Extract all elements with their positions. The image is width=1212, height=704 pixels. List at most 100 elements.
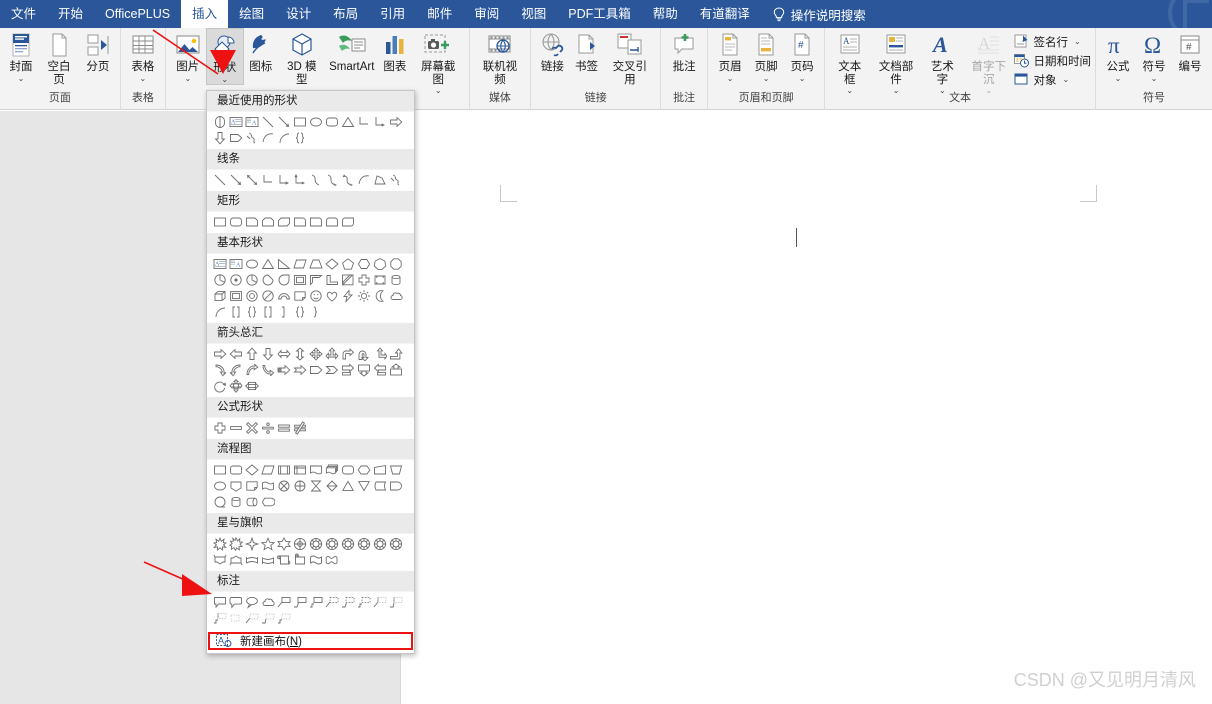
shape-cloud-icon[interactable] <box>388 288 404 304</box>
shape-teardrop-icon[interactable] <box>276 272 292 288</box>
callout-oval-icon[interactable] <box>244 594 260 610</box>
shape-rectangle-icon[interactable] <box>292 114 308 130</box>
shape-pie-icon[interactable] <box>244 272 260 288</box>
ribbon-button-object[interactable]: 对象 ⌄ <box>1014 70 1091 89</box>
chevron-down-icon[interactable]: ⌄ <box>18 74 25 83</box>
banner-vertical-scroll-icon[interactable] <box>276 552 292 568</box>
flow-multidocument-icon[interactable] <box>324 462 340 478</box>
shape-bracket-pair-icon[interactable] <box>228 304 244 320</box>
shape-oval-icon[interactable] <box>308 114 324 130</box>
shape-parallelogram-icon[interactable] <box>292 256 308 272</box>
flow-decision-icon[interactable] <box>244 462 260 478</box>
callout-line-3-accent-icon[interactable] <box>212 610 228 626</box>
shape-multiply-icon[interactable] <box>244 420 260 436</box>
shape-bent-up-arrow-icon[interactable] <box>388 346 404 362</box>
flow-magnetic-disk-icon[interactable] <box>228 494 244 510</box>
shape-right-arrow-callout-icon[interactable] <box>340 362 356 378</box>
shape-triangle-icon[interactable] <box>260 256 276 272</box>
flow-manual-input-icon[interactable] <box>372 462 388 478</box>
ribbon-button-cross-reference[interactable]: 交叉引用 <box>604 28 657 86</box>
shape-curved-down-arrow-icon[interactable] <box>260 362 276 378</box>
shape-elbow-double-arrow-icon[interactable] <box>292 172 308 188</box>
ribbon-button-screenshot[interactable]: 屏幕截图 ⌄ <box>412 28 465 95</box>
shapes-dropdown-menu[interactable]: 最近使用的形状 A A 线条 矩形 基本形状 A A 箭头总汇 公式形状 流程图 星与旗帜 标注 A 新… <box>206 90 415 654</box>
shape-curved-right-arrow-icon[interactable] <box>212 362 228 378</box>
shape-trapezoid-icon[interactable] <box>308 256 324 272</box>
shape-diamond-icon[interactable] <box>324 256 340 272</box>
callout-line-no-border-1-icon[interactable] <box>228 610 244 626</box>
flow-internal-storage-icon[interactable] <box>292 462 308 478</box>
banner-up-ribbon-icon[interactable] <box>212 552 228 568</box>
shape-u-turn-arrow-icon[interactable] <box>356 346 372 362</box>
callout-line-3-border-icon[interactable] <box>356 594 372 610</box>
ribbon-button-cover-page[interactable]: 封面 ⌄ <box>4 28 38 83</box>
flow-card-icon[interactable] <box>244 478 260 494</box>
chevron-down-icon[interactable]: ⌄ <box>727 74 734 83</box>
shape-round-diagonal-icon[interactable] <box>340 214 356 230</box>
shape-moon-icon[interactable] <box>372 288 388 304</box>
menu-tab-10[interactable]: 视图 <box>510 0 557 28</box>
shape-text-box-icon[interactable]: A <box>212 256 228 272</box>
ribbon-button-footer[interactable]: 页脚 ⌄ <box>748 28 784 83</box>
star-explosion-2-icon[interactable] <box>228 536 244 552</box>
shape-elbow-connector-icon[interactable] <box>260 172 276 188</box>
flow-offpage-connector-icon[interactable] <box>228 478 244 494</box>
chevron-down-icon[interactable]: ⌄ <box>1115 74 1122 83</box>
shape-left-arrow-callout-icon[interactable] <box>372 362 388 378</box>
shape-left-up-arrow-icon[interactable] <box>372 346 388 362</box>
shape-curved-double-arrow-icon[interactable] <box>340 172 356 188</box>
shape-hexagon-icon[interactable] <box>356 256 372 272</box>
shape-line-arrow-icon[interactable] <box>276 114 292 130</box>
shape-left-right-arrow-callout-icon[interactable] <box>244 378 260 394</box>
menu-tab-9[interactable]: 审阅 <box>463 0 510 28</box>
shape-up-arrow-callout-icon[interactable] <box>388 362 404 378</box>
chevron-down-icon[interactable]: ⌄ <box>763 74 770 83</box>
flow-collate-icon[interactable] <box>308 478 324 494</box>
shape-line-icon[interactable] <box>260 114 276 130</box>
shape-curved-arrow-connector-icon[interactable] <box>324 172 340 188</box>
shape-plus-icon[interactable] <box>212 420 228 436</box>
ribbon-button-picture[interactable]: 图片 ⌄ <box>170 28 206 83</box>
shape-diagonal-stripe-icon[interactable] <box>340 272 356 288</box>
banner-wave-icon[interactable] <box>308 552 324 568</box>
ribbon-button-chart[interactable]: 图表 <box>378 28 412 74</box>
shape-curved-up-arrow-icon[interactable] <box>244 362 260 378</box>
flow-sequential-access-icon[interactable] <box>212 494 228 510</box>
shape-right-arrow-icon[interactable] <box>388 114 404 130</box>
shape-left-bracket-icon[interactable] <box>260 304 276 320</box>
shape-not-equal-icon[interactable] <box>292 420 308 436</box>
banner-curved-up-ribbon-icon[interactable] <box>244 552 260 568</box>
callout-line-1-border-icon[interactable] <box>324 594 340 610</box>
shape-snip-single-corner-icon[interactable] <box>244 214 260 230</box>
flow-connector-icon[interactable] <box>212 478 228 494</box>
shape-scribble-icon[interactable] <box>388 172 404 188</box>
callout-line-1-icon[interactable] <box>276 594 292 610</box>
shape-cross-icon[interactable] <box>356 272 372 288</box>
callout-line-2-icon[interactable] <box>292 594 308 610</box>
shape-cube-icon[interactable] <box>212 288 228 304</box>
shape-pentagon-arrow-icon[interactable] <box>228 130 244 146</box>
star-6-point-icon[interactable] <box>276 536 292 552</box>
flow-punched-tape-icon[interactable] <box>260 478 276 494</box>
star-7-point-icon[interactable] <box>292 536 308 552</box>
shape-lightning-icon[interactable] <box>340 288 356 304</box>
chevron-down-icon[interactable]: ⌄ <box>221 75 228 84</box>
shape-round-same-side-icon[interactable] <box>324 214 340 230</box>
shape-dodecagon-icon[interactable] <box>228 272 244 288</box>
ribbon-button-table[interactable]: 表格 ⌄ <box>125 28 161 83</box>
banner-down-ribbon-icon[interactable] <box>228 552 244 568</box>
shape-chevron-icon[interactable] <box>324 362 340 378</box>
menu-tab-2[interactable]: OfficePLUS <box>94 0 181 28</box>
callout-line-2-accent-icon[interactable] <box>388 594 404 610</box>
ribbon-button-smartart[interactable]: SmartArt <box>326 28 378 74</box>
flow-delay-icon[interactable] <box>388 478 404 494</box>
shape-sun-icon[interactable] <box>356 288 372 304</box>
shape-right-brace-icon[interactable] <box>308 304 324 320</box>
shape-circular-arrow-icon[interactable] <box>212 378 228 394</box>
menu-tab-8[interactable]: 邮件 <box>416 0 463 28</box>
shape-heptagon-icon[interactable] <box>372 256 388 272</box>
shape-plaque-icon[interactable] <box>372 272 388 288</box>
flow-display-icon[interactable] <box>260 494 276 510</box>
shape-left-brace-icon[interactable] <box>292 304 308 320</box>
menu-tab-1[interactable]: 开始 <box>47 0 94 28</box>
